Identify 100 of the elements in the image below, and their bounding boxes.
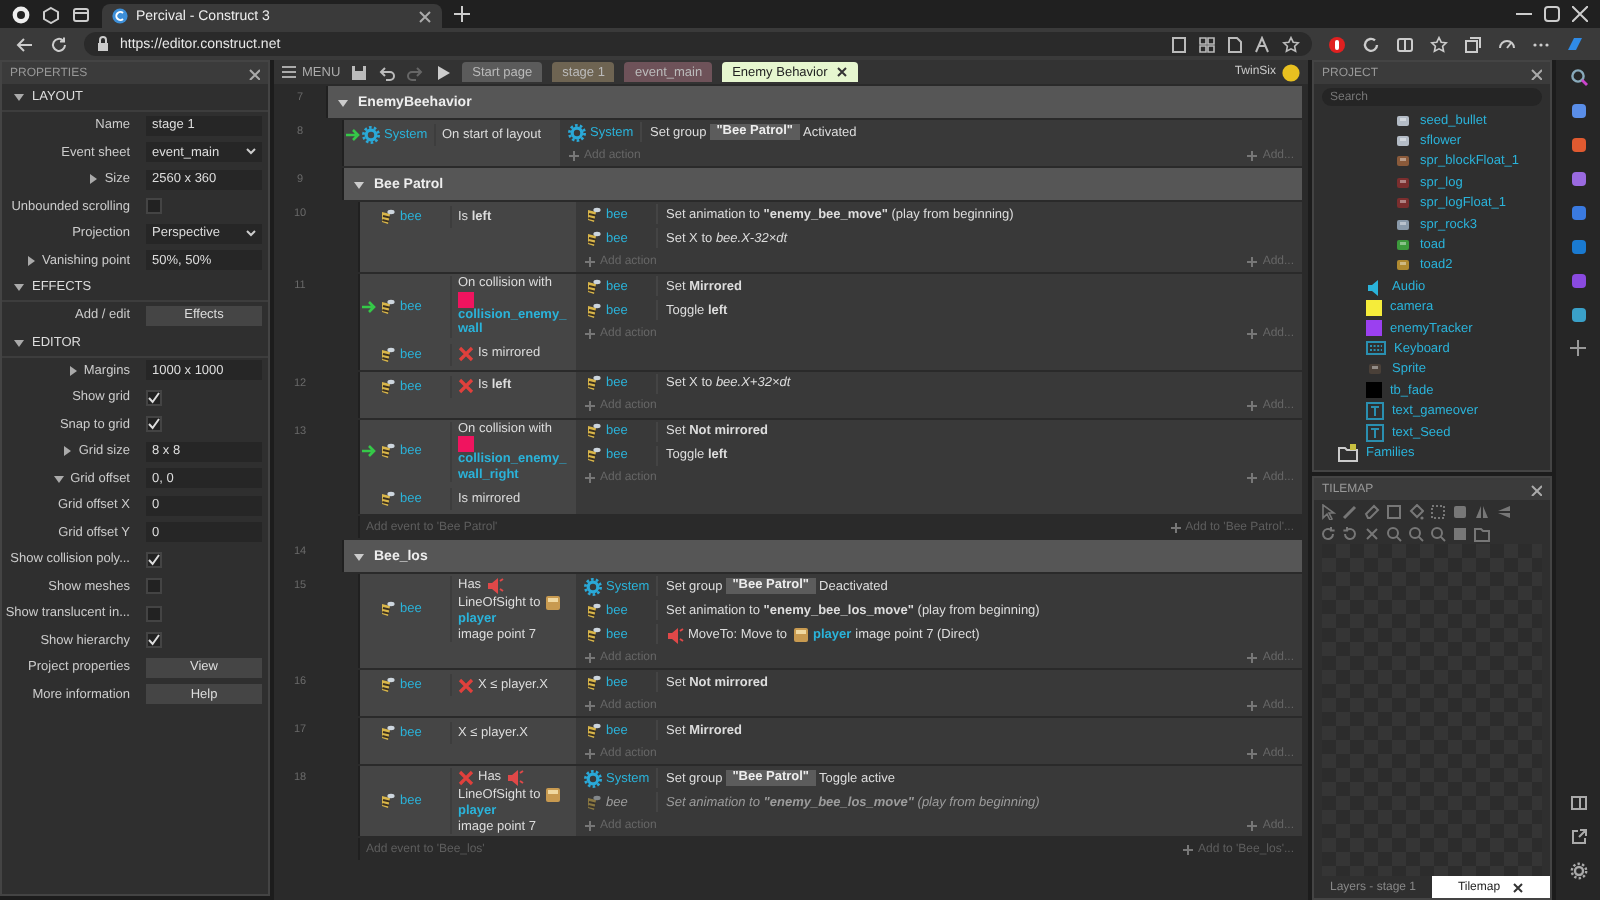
sprite-icon (378, 297, 396, 316)
save-icon[interactable] (350, 63, 369, 81)
sprite-icon (378, 600, 396, 618)
check-icon (148, 634, 160, 647)
favorite-icon[interactable] (1282, 35, 1300, 53)
extension-icon[interactable] (1328, 35, 1346, 53)
text-icon (1366, 423, 1384, 442)
plus-icon (1246, 149, 1259, 161)
plus-icon (1246, 747, 1259, 759)
add-icon[interactable] (1570, 340, 1586, 356)
checkbox[interactable] (146, 416, 162, 433)
tab-actions-icon[interactable] (72, 5, 90, 23)
plus-icon (584, 400, 596, 412)
external-link-icon[interactable] (1569, 828, 1587, 846)
gear-icon (568, 123, 586, 141)
expanded-triangle-icon[interactable] (354, 551, 364, 561)
favorites-icon[interactable] (1430, 35, 1448, 53)
selection-icon[interactable] (1430, 503, 1446, 519)
rectangle-icon[interactable] (1386, 503, 1402, 519)
logo-icon (112, 8, 128, 24)
expanded-triangle-icon[interactable] (14, 337, 24, 347)
pointer-icon[interactable] (1320, 503, 1336, 519)
plus-icon (1246, 651, 1259, 663)
plus-icon (1246, 699, 1259, 711)
sprite-icon (378, 490, 396, 508)
settings-icon[interactable] (1569, 862, 1587, 880)
sprite-icon (584, 301, 602, 319)
undo-icon[interactable] (378, 63, 397, 81)
zoom-reset-icon[interactable] (1430, 525, 1446, 541)
expanded-triangle-icon[interactable] (54, 473, 65, 484)
performance-icon[interactable] (1498, 35, 1516, 53)
apps-icon[interactable] (1198, 35, 1216, 53)
close-icon[interactable] (835, 66, 848, 78)
stamp-icon[interactable] (1452, 503, 1468, 519)
keyboard-icon (1366, 340, 1386, 357)
expanded-triangle-icon[interactable] (14, 92, 24, 102)
avatar-icon[interactable] (1282, 63, 1300, 81)
chevron-icon (246, 148, 256, 157)
close-icon[interactable] (1512, 881, 1525, 893)
eraser-icon[interactable] (1364, 503, 1380, 519)
workspaces-icon[interactable] (42, 5, 60, 23)
sprite-icon (378, 377, 396, 395)
plus-icon (584, 651, 596, 663)
reader-icon[interactable] (1170, 35, 1188, 53)
chevron-icon (246, 229, 256, 238)
profile-icon[interactable] (12, 5, 30, 23)
plus-icon (584, 327, 596, 339)
rotate-right-icon[interactable] (1342, 525, 1358, 541)
new-tab-icon[interactable] (454, 6, 470, 22)
collapsed-triangle-icon[interactable] (67, 365, 78, 376)
sprite-icon (378, 345, 396, 363)
sprite-icon (584, 721, 602, 739)
back-icon[interactable] (16, 35, 34, 53)
collapsed-triangle-icon[interactable] (88, 174, 99, 185)
pencil-icon[interactable] (1342, 503, 1358, 519)
checkbox[interactable] (146, 389, 162, 406)
sidebar-icon[interactable] (1569, 794, 1587, 812)
sprite-icon (378, 792, 396, 810)
gear-icon (362, 126, 380, 144)
checkbox[interactable] (146, 578, 162, 595)
checkbox[interactable] (146, 551, 162, 568)
plus-icon (1246, 400, 1259, 412)
sync-icon[interactable] (1362, 35, 1380, 53)
search-icon[interactable] (1569, 68, 1587, 86)
checkbox[interactable] (146, 605, 162, 622)
refresh-icon[interactable] (50, 35, 68, 53)
sprite-icon (584, 793, 602, 811)
sprite-icon (378, 724, 396, 742)
bucket-icon[interactable] (1408, 503, 1424, 519)
plus-icon (584, 747, 596, 759)
collections-icon[interactable] (1464, 35, 1482, 53)
speaker-icon (485, 576, 504, 594)
sprite-icon (584, 205, 602, 223)
plus-icon (1182, 843, 1194, 855)
save-icon[interactable] (1452, 525, 1468, 541)
check-icon (148, 553, 160, 566)
copilot-icon[interactable] (1566, 35, 1584, 53)
sprite-icon (378, 676, 396, 694)
folder-icon (1338, 443, 1358, 462)
split-screen-icon[interactable] (1396, 35, 1414, 53)
zoom-in-icon[interactable] (1386, 525, 1402, 541)
read-aloud-icon[interactable] (1254, 35, 1272, 53)
rotate-left-icon[interactable] (1320, 525, 1336, 541)
expanded-triangle-icon[interactable] (14, 282, 24, 292)
share-icon[interactable] (1226, 35, 1244, 53)
check-icon (148, 418, 160, 431)
checkbox[interactable] (146, 198, 162, 215)
plus-icon (1246, 327, 1259, 339)
collapsed-triangle-icon[interactable] (26, 255, 37, 266)
plus-icon (1169, 521, 1182, 533)
folder-icon[interactable] (1474, 525, 1490, 541)
expanded-triangle-icon[interactable] (338, 97, 348, 107)
maximize-icon[interactable] (1544, 6, 1560, 22)
sprite-icon (584, 229, 602, 247)
sprite-icon (584, 422, 602, 440)
collapsed-triangle-icon[interactable] (62, 446, 73, 457)
plus-icon (584, 472, 596, 484)
checkbox[interactable] (146, 632, 162, 649)
expanded-triangle-icon[interactable] (354, 179, 364, 189)
zoom-out-icon[interactable] (1408, 525, 1424, 541)
